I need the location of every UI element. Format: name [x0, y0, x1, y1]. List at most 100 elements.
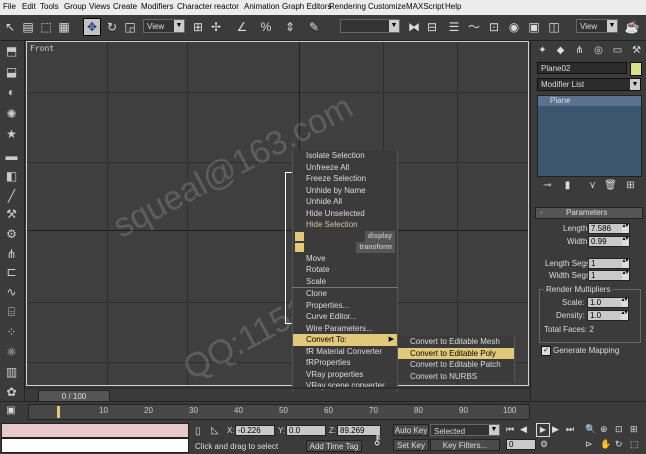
menu-create[interactable]: Create [113, 2, 137, 11]
menu-animation[interactable]: Animation [244, 2, 280, 11]
quad-item-fr-material-converter[interactable]: fR Material Converter [292, 345, 398, 357]
create-tab-icon[interactable]: ✦ [536, 44, 549, 57]
quad-item-unfreeze-all[interactable]: Unfreeze All [292, 161, 398, 173]
quad-item-rotate[interactable]: Rotate [292, 264, 398, 276]
pan-icon[interactable]: ✋ [600, 439, 611, 450]
quad-item-move[interactable]: Move [292, 252, 398, 264]
x-coord-spinner[interactable]: -0.226 [235, 425, 275, 436]
quad-item-hide-unselected[interactable]: Hide Unselected [292, 207, 398, 219]
align-icon[interactable]: ⊟ [424, 19, 440, 35]
quad-item-vray-scene-converter[interactable]: VRay scene converter [292, 380, 398, 392]
modify-tab-icon[interactable]: ◆ [554, 44, 567, 57]
dynamics-icon[interactable]: ⚛ [4, 345, 19, 360]
quad-item-wire-parameters[interactable]: Wire Parameters... [292, 322, 398, 334]
spinner-snap-icon[interactable]: ⇕ [282, 19, 298, 35]
layer-manager-icon[interactable]: ☰ [446, 19, 462, 35]
show-end-result-icon[interactable]: ▮ [561, 179, 574, 192]
current-frame-marker[interactable] [57, 406, 60, 418]
make-unique-icon[interactable]: ⋎ [586, 179, 599, 192]
menu-customize[interactable]: Customize [368, 2, 406, 11]
go-to-start-icon[interactable]: ⏮ [506, 424, 514, 435]
menu-reactor[interactable]: reactor [214, 2, 239, 11]
y-coord-spinner[interactable]: 0.0 [286, 425, 326, 436]
gear-icon[interactable]: ⚙ [4, 227, 19, 242]
quad-item-freeze-selection[interactable]: Freeze Selection [292, 173, 398, 185]
menu-modifiers[interactable]: Modifiers [141, 2, 173, 11]
time-config-icon[interactable]: ⚙ [540, 439, 548, 450]
maxscript-listener-pink[interactable] [1, 423, 189, 438]
bone-icon[interactable]: ╱ [4, 189, 19, 204]
zoom-extents-icon[interactable]: ⊡ [615, 424, 623, 435]
selection-lock-icon[interactable]: ▯ [195, 426, 201, 437]
auto-key-button[interactable]: Auto Key [393, 424, 429, 436]
modify-icon[interactable]: ⊏ [4, 265, 19, 280]
configure-modifier-icon[interactable]: ⊞ [624, 179, 637, 192]
play-icon[interactable]: ▶ [536, 423, 550, 437]
link-icon[interactable]: ⬒ [4, 44, 19, 59]
window-crossing-icon[interactable]: ▦ [56, 19, 72, 35]
length-segs-spinner[interactable]: 1 ▴▾ [588, 258, 630, 269]
menu-edit[interactable]: Edit [22, 2, 36, 11]
mirror-icon[interactable]: ⧓ [406, 19, 422, 35]
box-icon[interactable]: ▬ [4, 149, 19, 164]
quad-item-convert-to[interactable]: Convert To: ▶ [292, 334, 398, 346]
menu-graph-editors[interactable]: Graph Editors [282, 2, 331, 11]
quad-item-unhide-by-name[interactable]: Unhide by Name [292, 184, 398, 196]
menu-character[interactable]: Character [177, 2, 212, 11]
front-viewport[interactable]: Front squeal@163.com QQ:11516493 [26, 41, 529, 386]
bind-icon[interactable]: ◐ [4, 85, 19, 100]
cylinder-icon[interactable]: ◧ [4, 169, 19, 184]
object-name-field[interactable]: Plane02 [537, 62, 627, 74]
density-spinner[interactable]: 1.0 ▴▾ [587, 310, 629, 321]
spinner-arrows-icon[interactable]: ▴▾ [622, 236, 629, 246]
wrench-icon[interactable]: ⚒ [4, 207, 19, 222]
angle-snap-icon[interactable]: ∠ [234, 19, 250, 35]
zoom-extents-all-icon[interactable]: ⊞ [630, 424, 638, 435]
length-spinner[interactable]: 7.586 ▴▾ [588, 223, 630, 234]
motion-tab-icon[interactable]: ◎ [592, 44, 605, 57]
quad-item-hide-selection[interactable]: Hide Selection [292, 219, 398, 231]
key-mode-select[interactable]: Selected ▼ [430, 424, 500, 436]
submenu-item-editable-mesh[interactable]: Convert to Editable Mesh [397, 336, 515, 348]
submenu-item-editable-poly[interactable]: Convert to Editable Poly [397, 347, 515, 359]
menu-maxscript[interactable]: MAXScript [406, 2, 444, 11]
zoom-all-icon[interactable]: ⊕ [600, 424, 608, 435]
modifier-stack[interactable]: Plane [537, 95, 642, 177]
maxscript-listener-white[interactable] [1, 438, 189, 453]
viewport-label[interactable]: Front [30, 44, 54, 53]
object-color-swatch[interactable] [630, 62, 642, 76]
region-select-icon[interactable]: ⬚ [38, 19, 54, 35]
menu-group[interactable]: Group [64, 2, 86, 11]
space-warp-icon[interactable]: ∿ [4, 285, 19, 300]
menu-views[interactable]: Views [89, 2, 110, 11]
rotate-icon[interactable]: ↻ [104, 19, 120, 35]
width-segs-spinner[interactable]: 1 ▴▾ [588, 270, 630, 281]
parameters-rollout-header[interactable]: - Parameters [535, 207, 643, 219]
scale-spinner[interactable]: 1.0 ▴▾ [587, 297, 629, 308]
modifier-list-dropdown[interactable]: Modifier List ▼ [537, 78, 641, 91]
quad-item-isolate-selection[interactable]: Isolate Selection [292, 150, 398, 162]
spinner-arrows-icon[interactable]: ▴▾ [622, 223, 629, 233]
scale-icon[interactable]: ◲ [122, 19, 138, 35]
schematic-view-icon[interactable]: ⊡ [486, 19, 502, 35]
render-setup-icon[interactable]: ▣ [526, 19, 542, 35]
named-selection-set[interactable]: ▼ [340, 19, 400, 33]
quad-item-clone[interactable]: Clone [292, 288, 398, 300]
select-object-icon[interactable]: ↖ [2, 19, 18, 35]
menu-help[interactable]: Help [445, 2, 461, 11]
spinner-arrows-icon[interactable]: ▴▾ [621, 297, 628, 307]
hierarchy-tab-icon[interactable]: ⋔ [573, 44, 586, 57]
current-frame-spinner[interactable]: 0 [506, 439, 536, 450]
track-view-icon[interactable]: ▣ [4, 405, 18, 417]
utilities-tab-icon[interactable]: ⚒ [630, 44, 643, 57]
menu-file[interactable]: File [3, 2, 16, 11]
spinner-arrows-icon[interactable]: ▴▾ [622, 270, 629, 280]
select-by-name-icon[interactable]: ▤ [20, 19, 36, 35]
quad-item-properties[interactable]: Properties... [292, 299, 398, 311]
menu-rendering[interactable]: Rendering [329, 2, 366, 11]
track-bar[interactable]: 10 20 30 40 50 60 70 80 90 100 [28, 404, 530, 420]
generate-mapping-checkbox[interactable]: ✓ [541, 346, 551, 356]
quad-item-fr-properties[interactable]: fRProperties [292, 357, 398, 369]
named-selection-icon[interactable]: ✎ [306, 19, 322, 35]
spinner-arrows-icon[interactable]: ▴▾ [621, 310, 628, 320]
